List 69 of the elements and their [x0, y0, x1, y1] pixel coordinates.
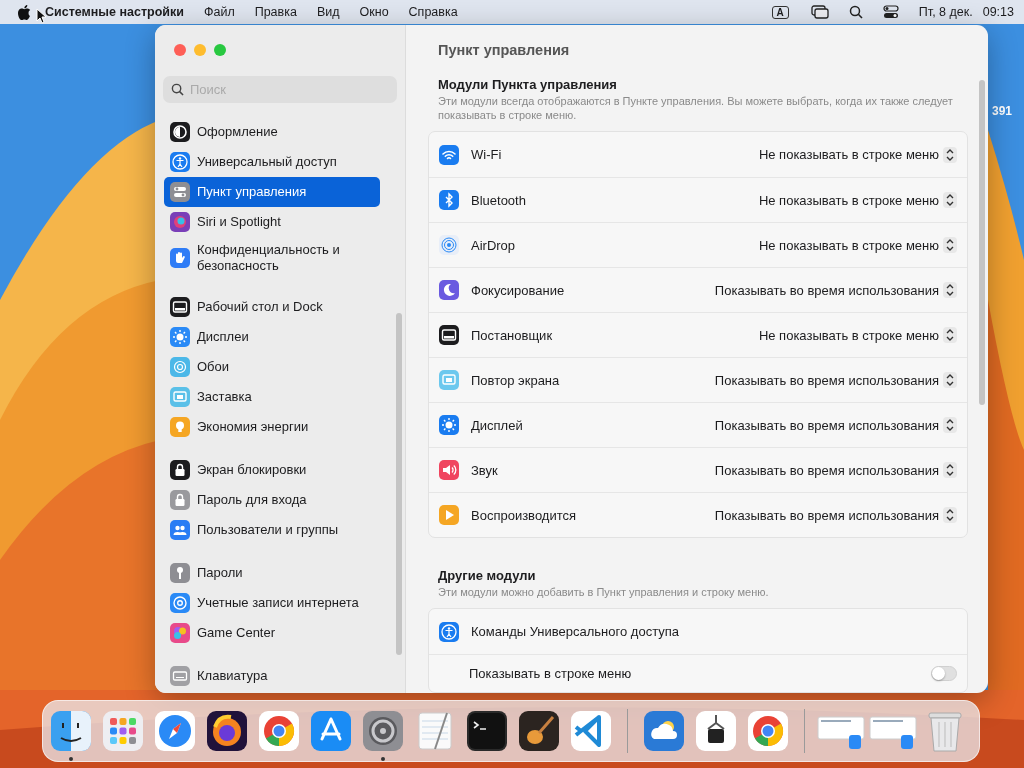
popup-menu[interactable]: Показывать во время использования: [714, 462, 957, 478]
module-label: Постановщик: [471, 327, 554, 343]
sidebar-item-label: Универсальный доступ: [197, 154, 337, 170]
module-label: Дисплей: [471, 417, 524, 433]
sidebar-item-label: Пункт управления: [197, 184, 307, 200]
menu-item[interactable]: Вид: [306, 5, 350, 19]
module-label: AirDrop: [471, 237, 517, 253]
popup-menu[interactable]: Показывать во время использования: [714, 507, 957, 523]
partial-window-text: 391: [992, 104, 1013, 118]
sidebar-item[interactable]: Экономия энергии: [164, 412, 380, 442]
module-label: Команды Универсального доступа: [471, 624, 680, 639]
sidebar-item-label: Обои: [197, 359, 230, 375]
popup-menu[interactable]: Не показывать в строке меню: [758, 192, 957, 208]
sidebar-item-label: Учетные записи интернета: [197, 595, 359, 611]
menu-item[interactable]: Окно: [349, 5, 399, 19]
module-label: Фокусирование: [471, 282, 566, 298]
sidebar-item[interactable]: Учетные записи интернета: [164, 588, 380, 618]
sidebar-item-label: Оформление: [197, 124, 278, 140]
module-label: Bluetooth: [471, 192, 527, 208]
sidebar-item-label: Экономия энергии: [197, 419, 309, 435]
input-source-indicator[interactable]: A: [771, 5, 789, 19]
sidebar-item[interactable]: Пользователи и группы: [164, 515, 380, 545]
sidebar-item[interactable]: Пункт управления: [164, 177, 380, 207]
sidebar-item[interactable]: Рабочий стол и Dock: [164, 292, 380, 322]
option-label: Показывать в строке меню: [469, 666, 633, 681]
sidebar-item[interactable]: Клавиатура: [164, 661, 380, 691]
module-label: Wi-Fi: [471, 147, 503, 162]
sidebar-item[interactable]: Оформление: [164, 117, 380, 147]
sidebar-item[interactable]: Дисплеи: [164, 322, 380, 352]
menu-item[interactable]: Справка: [398, 5, 468, 19]
sidebar-item[interactable]: Game Center: [164, 618, 380, 648]
sidebar-item[interactable]: Универсальный доступ: [164, 147, 380, 177]
sidebar-item-label: Пользователи и группы: [197, 522, 339, 538]
sidebar-item[interactable]: Экран блокировки: [164, 455, 380, 485]
menu-item[interactable]: Файл: [193, 5, 245, 19]
menu-bar-time[interactable]: 09:13: [982, 5, 1014, 19]
section-description: Эти модули всегда отображаются в Пункте управления. Вы можете выбрать, когда их также следует показывать в строке меню.: [437, 94, 954, 122]
sidebar-item[interactable]: Siri и Spotlight: [164, 207, 380, 237]
popup-menu[interactable]: Показывать во время использования: [714, 417, 957, 433]
sidebar-item-label: Экран блокировки: [197, 462, 307, 478]
module-label: Повтор экрана: [471, 372, 561, 388]
section-title: Другие модули: [437, 567, 537, 583]
sidebar-item-label: Game Center: [197, 625, 276, 641]
sidebar-item[interactable]: Пароль для входа: [164, 485, 380, 515]
sidebar-item-label: Дисплеи: [197, 329, 249, 345]
sidebar-item-label: Конфиденциальность и безопасность: [197, 242, 341, 274]
sidebar-item[interactable]: Пароли: [164, 558, 380, 588]
popup-menu[interactable]: Не показывать в строке меню: [758, 146, 957, 163]
sidebar-item[interactable]: Конфиденциальность и безопасность: [164, 237, 380, 279]
pane-title: Пункт управления: [437, 41, 571, 59]
sidebar-item[interactable]: Обои: [164, 352, 380, 382]
sidebar-item[interactable]: Заставка: [164, 382, 380, 412]
popup-menu[interactable]: Не показывать в строке меню: [758, 237, 957, 253]
app-menu-title[interactable]: Системные настройки: [31, 5, 194, 19]
section-title: Модули Пункта управления: [437, 76, 618, 92]
sidebar-item-label: Клавиатура: [197, 668, 268, 684]
popup-menu[interactable]: Показывать во время использования: [714, 372, 957, 388]
popup-menu[interactable]: Показывать во время использования: [714, 282, 957, 298]
sidebar-item-label: Пароли: [197, 565, 243, 581]
sidebar-item-label: Рабочий стол и Dock: [197, 299, 323, 315]
section-description: Эти модули можно добавить в Пункт управления и строку меню.: [437, 585, 770, 599]
module-label: Звук: [471, 462, 499, 478]
sidebar-item-label: Заставка: [197, 389, 252, 405]
sidebar-item-label: Пароль для входа: [197, 492, 307, 508]
popup-menu[interactable]: Не показывать в строке меню: [758, 327, 957, 343]
sidebar-item-label: Siri и Spotlight: [197, 214, 281, 230]
module-label: Воспроизводится: [471, 507, 578, 523]
menu-item[interactable]: Правка: [244, 5, 307, 19]
menu-bar-date[interactable]: Пт, 8 дек.: [918, 5, 973, 19]
